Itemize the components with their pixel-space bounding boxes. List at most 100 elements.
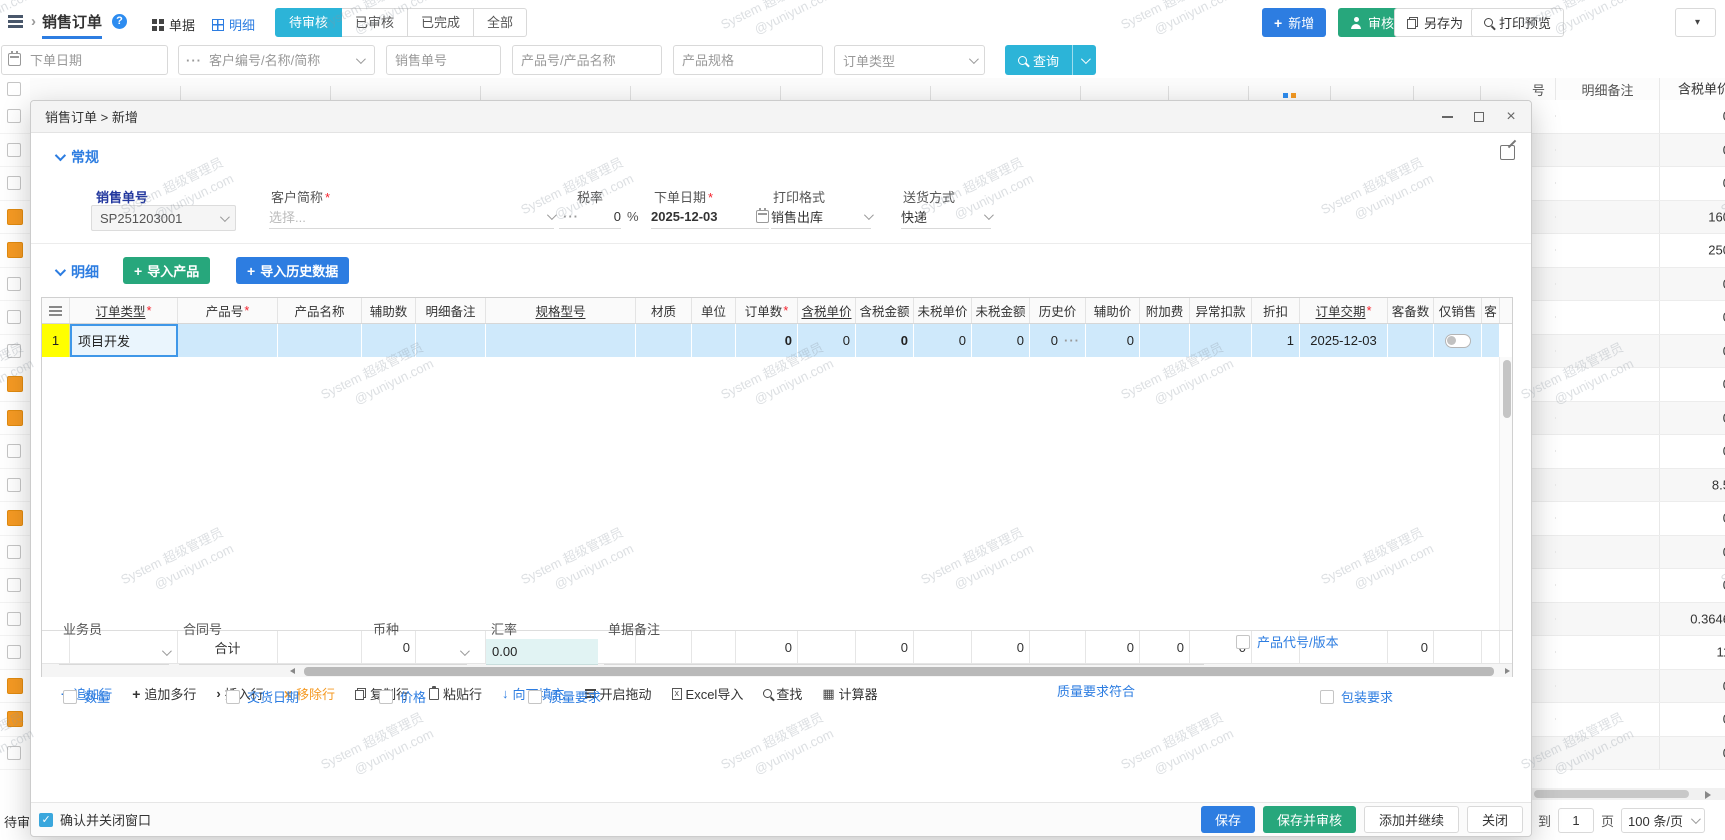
tab-已完成[interactable]: 已完成: [408, 8, 475, 37]
row-checkbox[interactable]: [7, 544, 21, 559]
table-row[interactable]: 11: [1532, 636, 1725, 670]
save-and-audit-button[interactable]: 保存并审核: [1262, 806, 1356, 833]
option-checkbox-价格[interactable]: 价格: [379, 687, 426, 706]
table-row[interactable]: 0: [1532, 736, 1725, 770]
order-type-filter-select[interactable]: 订单类型: [834, 45, 985, 75]
column-header-notax_amount[interactable]: 未税金额: [972, 298, 1030, 323]
cell-aux_qty[interactable]: [362, 324, 416, 357]
cell-surcharge[interactable]: [1140, 324, 1190, 357]
column-header-unit[interactable]: 单位: [692, 298, 736, 323]
selected-row-checkbox[interactable]: [7, 409, 23, 426]
section-detail-toggle[interactable]: 明细: [54, 262, 99, 282]
selected-row-checkbox[interactable]: [7, 711, 23, 728]
cell-sale-only[interactable]: [1434, 324, 1482, 357]
currency-select[interactable]: [349, 641, 470, 665]
salesman-select[interactable]: [59, 641, 172, 665]
detail-grid-horizontal-scrollbar[interactable]: [42, 663, 1512, 677]
save-button[interactable]: 保存: [1200, 806, 1255, 833]
edit-layout-icon[interactable]: [1500, 145, 1515, 160]
table-row[interactable]: 0: [1532, 167, 1725, 201]
toolbar-查找[interactable]: 查找: [763, 684, 802, 703]
table-row[interactable]: 0: [1532, 703, 1725, 737]
column-header-spec[interactable]: 规格型号: [486, 298, 636, 323]
row-checkbox[interactable]: [7, 176, 21, 191]
close-button[interactable]: 关闭: [1466, 806, 1523, 833]
table-row[interactable]: 0: [1532, 401, 1725, 435]
selected-row-checkbox[interactable]: [7, 376, 23, 393]
select-all-checkbox[interactable]: [7, 82, 21, 96]
column-header-discount[interactable]: 折扣: [1252, 298, 1300, 323]
selected-row-checkbox[interactable]: [7, 208, 23, 225]
cell-line_note[interactable]: [416, 324, 486, 357]
toolbar-追加多行[interactable]: + 追加多行: [132, 684, 196, 703]
cell-product_name[interactable]: [278, 324, 362, 357]
scroll-right-arrow-icon[interactable]: [1505, 668, 1510, 674]
option-checkbox-质量要求[interactable]: 质量要求: [528, 687, 601, 706]
option-checkbox-交货日期[interactable]: 交货日期: [226, 687, 299, 706]
option-checkbox-数量[interactable]: 数量: [63, 687, 110, 706]
view-switch-document[interactable]: 单据: [152, 15, 195, 34]
table-row[interactable]: 0: [1532, 368, 1725, 402]
delivery-method-select[interactable]: 快递: [901, 205, 994, 229]
more-dots-button[interactable]: ···: [1064, 333, 1080, 348]
column-header-cust_qty[interactable]: 客备数: [1388, 298, 1434, 323]
column-header-aux_price[interactable]: 辅助价: [1086, 298, 1140, 323]
scroll-right-arrow-icon[interactable]: [1705, 790, 1711, 799]
column-header-notax_price[interactable]: 未税单价: [914, 298, 972, 323]
table-row[interactable]: 0: [1532, 334, 1725, 368]
more-menu-button[interactable]: ▾: [1675, 8, 1716, 37]
print-format-select[interactable]: 销售出库: [771, 205, 874, 229]
product-spec-filter-input[interactable]: [673, 45, 823, 75]
customer-filter-input[interactable]: [178, 45, 375, 75]
query-button[interactable]: 查询: [1005, 45, 1073, 75]
selected-row-checkbox[interactable]: [7, 242, 23, 259]
cell-qty[interactable]: 0: [736, 324, 798, 357]
customer-select[interactable]: 选择...: [269, 205, 557, 229]
tab-待审核[interactable]: 待审核: [275, 8, 343, 37]
table-row[interactable]: 250: [1532, 234, 1725, 268]
column-header-product_name[interactable]: 产品名称: [278, 298, 362, 323]
cell-hist-price[interactable]: 0 ···: [1030, 324, 1086, 357]
selected-row-checkbox[interactable]: [7, 677, 23, 694]
cell-notax_amount[interactable]: 0: [972, 324, 1030, 357]
cell-cust_qty[interactable]: [1388, 324, 1434, 357]
page-size-select[interactable]: 100 条/页: [1621, 807, 1706, 833]
column-header-delivery[interactable]: 订单交期 *: [1300, 298, 1388, 323]
tax-rate-input[interactable]: 0: [559, 205, 621, 229]
column-header-order_type[interactable]: 订单类型 *: [70, 298, 178, 323]
row-checkbox[interactable]: [7, 444, 21, 459]
order-date-filter-input[interactable]: [1, 45, 168, 75]
detail-grid-vertical-scrollbar[interactable]: [1499, 357, 1512, 630]
row-checkbox[interactable]: [7, 109, 21, 124]
import-history-button[interactable]: + 导入历史数据: [236, 257, 350, 284]
add-button[interactable]: + 新增: [1262, 8, 1327, 37]
cell-tax_amount[interactable]: 0: [856, 324, 914, 357]
page-number-input[interactable]: [1558, 807, 1595, 833]
table-row[interactable]: 0: [1532, 133, 1725, 167]
save-as-button[interactable]: 另存为: [1394, 8, 1477, 37]
detail-grid-row-1[interactable]: 1 项目开发 0 0 0 0 0 0 ··· 0 1 2025-12-03: [42, 324, 1512, 357]
column-header-aux_qty[interactable]: 辅助数: [362, 298, 416, 323]
row-checkbox[interactable]: [7, 578, 21, 593]
cell-tax_price[interactable]: 0: [798, 324, 856, 357]
order-no-input[interactable]: SP251203001: [91, 205, 236, 231]
close-icon[interactable]: ×: [1503, 108, 1519, 125]
doc-note-input[interactable]: [604, 641, 1204, 665]
column-header-partial[interactable]: 号: [1532, 78, 1556, 100]
order-date-input[interactable]: 2025-12-03: [651, 205, 769, 229]
cell-unit[interactable]: [692, 324, 736, 357]
background-horizontal-scrollbar[interactable]: [1532, 788, 1725, 800]
help-icon[interactable]: ?: [112, 14, 127, 29]
column-header-material[interactable]: 材质: [636, 298, 692, 323]
row-checkbox[interactable]: [7, 745, 21, 760]
column-header-qty[interactable]: 订单数 *: [736, 298, 798, 323]
row-checkbox[interactable]: [7, 645, 21, 660]
column-header-tax_amount[interactable]: 含税金额: [856, 298, 914, 323]
table-row[interactable]: 8.5: [1532, 468, 1725, 502]
cell-abnormal[interactable]: [1190, 324, 1252, 357]
selected-row-checkbox[interactable]: [7, 510, 23, 527]
confirm-close-checkbox[interactable]: 确认并关闭窗口: [39, 810, 151, 829]
column-header-tax-price[interactable]: 含税单价: [1660, 78, 1725, 100]
scroll-left-arrow-icon[interactable]: [290, 668, 295, 674]
toolbar-计算器[interactable]: ▦ 计算器: [822, 684, 877, 703]
